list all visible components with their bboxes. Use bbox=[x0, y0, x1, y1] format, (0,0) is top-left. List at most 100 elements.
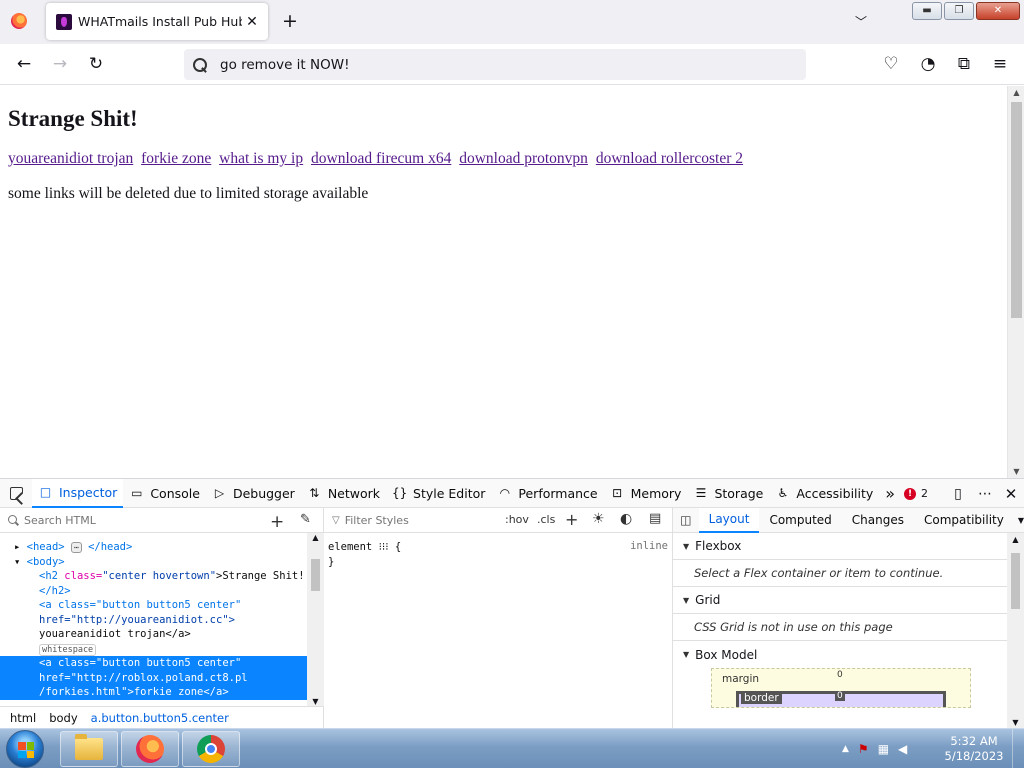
new-tab-button[interactable]: + bbox=[280, 11, 300, 31]
cls-button[interactable]: .cls bbox=[537, 513, 555, 526]
sidebar-scrollbar[interactable]: ▲ ▼ bbox=[1007, 533, 1024, 729]
box-model-margin-top[interactable]: 0 bbox=[837, 670, 843, 680]
element-picker-icon[interactable] bbox=[0, 479, 32, 508]
reload-icon[interactable]: ↻ bbox=[86, 54, 106, 74]
tree-node-a2-selected[interactable]: <a class="button button5 center" bbox=[0, 656, 307, 671]
taskbar-chrome[interactable] bbox=[182, 731, 240, 767]
menu-icon[interactable]: ≡ bbox=[990, 54, 1010, 74]
back-icon[interactable]: ← bbox=[14, 54, 34, 74]
tab-debugger[interactable]: ▷ Debugger bbox=[206, 479, 301, 508]
add-rule-icon[interactable]: + bbox=[565, 510, 578, 529]
tab-memory-label: Memory bbox=[630, 485, 682, 501]
action-center-icon[interactable]: ⚑ bbox=[858, 742, 869, 756]
tab-accessibility[interactable]: ♿ Accessibility bbox=[769, 479, 879, 508]
tab-close-icon[interactable]: ✕ bbox=[242, 14, 262, 30]
windows-taskbar: ▲ ⚑ ▦ ◀ 5:32 AM 5/18/2023 bbox=[0, 728, 1024, 768]
tab-memory[interactable]: ⊡ Memory bbox=[604, 479, 688, 508]
sidebar-scrollbar-thumb[interactable] bbox=[1011, 553, 1020, 609]
print-simulation-icon[interactable]: ▤ bbox=[649, 511, 661, 526]
start-button[interactable] bbox=[6, 730, 44, 768]
close-devtools-icon[interactable]: ✕ bbox=[998, 485, 1024, 503]
light-scheme-icon[interactable]: ☀ bbox=[592, 511, 605, 527]
account-icon[interactable]: ◔ bbox=[918, 54, 938, 74]
forward-icon[interactable]: → bbox=[50, 54, 70, 74]
markup-scrollbar[interactable]: ▲ ▼ bbox=[307, 533, 324, 706]
taskbar-firefox[interactable] bbox=[121, 731, 179, 767]
add-node-icon[interactable]: + bbox=[270, 512, 284, 532]
scroll-up-icon[interactable]: ▲ bbox=[1008, 88, 1024, 97]
window-controls: ▬ ❐ ✕ bbox=[912, 2, 1020, 20]
tab-storage[interactable]: ☰ Storage bbox=[687, 479, 769, 508]
page-scrollbar-thumb[interactable] bbox=[1011, 102, 1022, 318]
head-close-tag: </head> bbox=[88, 541, 133, 553]
tab-style-editor[interactable]: {} Style Editor bbox=[386, 479, 491, 508]
folder-icon bbox=[75, 734, 103, 760]
tab-performance[interactable]: ◠ Performance bbox=[491, 479, 603, 508]
taskbar-explorer[interactable] bbox=[60, 731, 118, 767]
tab-compatibility[interactable]: Compatibility bbox=[914, 508, 1014, 533]
tab-changes[interactable]: Changes bbox=[842, 508, 914, 533]
devtools-menu-icon[interactable]: ⋯ bbox=[972, 486, 998, 502]
tab-layout[interactable]: Layout bbox=[698, 507, 760, 533]
link-download-rollercoster[interactable]: download rollercoster 2 bbox=[596, 150, 743, 167]
search-html-input[interactable] bbox=[24, 513, 254, 527]
tree-node-h2[interactable]: <h2 class="center hovertown">Strange Shi… bbox=[0, 569, 307, 584]
debugger-icon: ▷ bbox=[214, 486, 225, 500]
error-count[interactable]: ! 2 bbox=[904, 487, 928, 500]
show-desktop-button[interactable] bbox=[1012, 729, 1024, 768]
dark-scheme-icon[interactable]: ◐ bbox=[620, 511, 632, 527]
eyedropper-icon[interactable]: ✎ bbox=[300, 512, 311, 527]
grid-section-header[interactable]: ▼ Grid bbox=[673, 587, 1007, 614]
minimize-button[interactable]: ▬ bbox=[912, 2, 942, 20]
breadcrumb-body[interactable]: body bbox=[49, 711, 77, 725]
more-tools-icon[interactable]: » bbox=[879, 479, 901, 508]
filter-styles-input[interactable] bbox=[344, 513, 505, 527]
volume-icon[interactable]: ◀ bbox=[898, 742, 907, 756]
url-input[interactable] bbox=[220, 56, 780, 73]
tab-computed[interactable]: Computed bbox=[759, 508, 841, 533]
hov-button[interactable]: :hov bbox=[505, 513, 529, 526]
tree-node-head[interactable]: ▸ <head> ⋯ </head> bbox=[0, 540, 307, 555]
box-model-border-top[interactable]: 0 bbox=[835, 691, 845, 701]
scroll-down-icon[interactable]: ▼ bbox=[1008, 467, 1024, 476]
link-what-is-my-ip[interactable]: what is my ip bbox=[219, 150, 303, 167]
page-scrollbar[interactable]: ▲ ▼ bbox=[1007, 86, 1024, 478]
network-tray-icon[interactable]: ▦ bbox=[878, 742, 889, 756]
toggle-pane-icon[interactable]: ◫ bbox=[673, 508, 699, 533]
list-all-tabs-icon[interactable]: ﹀ bbox=[855, 13, 867, 30]
breadcrumb-a[interactable]: a.button.button5.center bbox=[91, 711, 229, 725]
tab-console[interactable]: ▭ Console bbox=[123, 479, 206, 508]
sidebar-scroll-up-icon[interactable]: ▲ bbox=[1007, 535, 1024, 544]
tab-network[interactable]: ⇅ Network bbox=[301, 479, 386, 508]
responsive-design-icon[interactable]: ▯ bbox=[944, 486, 972, 502]
link-download-protonvpn[interactable]: download protonvpn bbox=[459, 150, 588, 167]
extensions-icon[interactable]: ⧉ bbox=[954, 54, 974, 74]
clock[interactable]: 5:32 AM 5/18/2023 bbox=[936, 734, 1012, 764]
tab-inspector[interactable]: □ Inspector bbox=[32, 478, 124, 508]
markup-scrollbar-thumb[interactable] bbox=[311, 559, 320, 591]
boxmodel-section-header[interactable]: ▼ Box Model bbox=[673, 641, 1007, 668]
markup-scroll-down-icon[interactable]: ▼ bbox=[307, 697, 324, 706]
element-rule[interactable]: element ⁝⁝⁝ { } bbox=[328, 540, 401, 570]
tab-active[interactable]: WHATmails Install Pub Hub ✕ bbox=[46, 3, 268, 40]
tree-node-body[interactable]: ▾ <body> bbox=[0, 555, 307, 570]
close-window-button[interactable]: ✕ bbox=[976, 2, 1020, 20]
restore-button[interactable]: ❐ bbox=[944, 2, 974, 20]
show-hidden-icons[interactable]: ▲ bbox=[842, 744, 849, 754]
expand-triangle-icon: ▼ bbox=[683, 595, 690, 605]
tab-title: WHATmails Install Pub Hub bbox=[78, 14, 242, 29]
pocket-icon[interactable]: ♡ bbox=[881, 54, 901, 74]
tab-bar: WHATmails Install Pub Hub ✕ + ﹀ ▬ ❐ ✕ bbox=[0, 0, 1024, 44]
sidebar-tabs-overflow-icon[interactable]: ▼ bbox=[1018, 516, 1024, 525]
link-youareanidiot[interactable]: youareanidiot trojan bbox=[8, 150, 133, 167]
breadcrumb-html[interactable]: html bbox=[10, 711, 36, 725]
flexbox-section-header[interactable]: ▼ Flexbox bbox=[673, 533, 1007, 560]
url-bar[interactable] bbox=[184, 49, 806, 80]
tab-console-label: Console bbox=[150, 485, 200, 501]
sidebar-scroll-down-icon[interactable]: ▼ bbox=[1007, 718, 1024, 727]
tree-node-a1[interactable]: <a class="button button5 center" bbox=[0, 598, 307, 613]
collapsed-dots-icon[interactable]: ⋯ bbox=[70, 542, 82, 553]
link-forkie-zone[interactable]: forkie zone bbox=[141, 150, 211, 167]
markup-scroll-up-icon[interactable]: ▲ bbox=[307, 533, 324, 542]
link-download-firecum[interactable]: download firecum x64 bbox=[311, 150, 451, 167]
